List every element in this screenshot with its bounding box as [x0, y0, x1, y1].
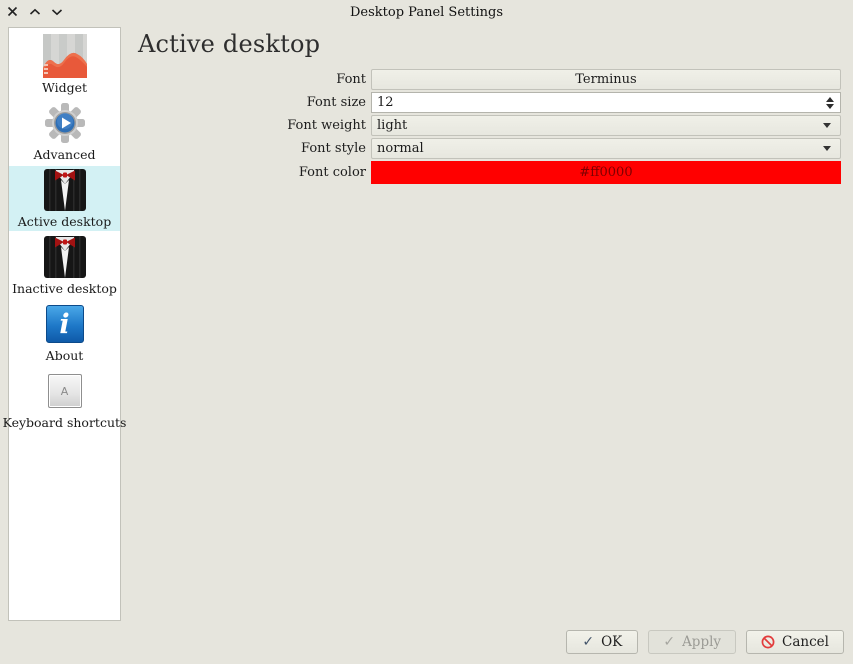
info-icon-glyph: i — [46, 305, 84, 343]
settings-form: Font Terminus Font size 12 Font weight l… — [138, 69, 844, 184]
check-icon: ✓ — [663, 635, 675, 649]
sidebar-item-advanced[interactable]: Advanced — [9, 99, 120, 164]
key-a-icon-glyph: A — [48, 374, 82, 408]
font-label: Font — [138, 72, 371, 87]
sidebar-item-keyboard-shortcuts[interactable]: A Keyboard shortcuts — [9, 367, 120, 432]
sidebar-item-label: About — [46, 348, 84, 363]
font-style-value: normal — [377, 141, 424, 156]
info-icon: i — [43, 302, 87, 346]
cancel-icon — [761, 635, 775, 649]
form-row-font-size: Font size 12 — [138, 92, 844, 113]
ok-button[interactable]: ✓ OK — [566, 630, 638, 654]
sidebar-item-about[interactable]: i About — [9, 300, 120, 365]
font-weight-label: Font weight — [138, 118, 371, 133]
apply-button-label: Apply — [682, 634, 721, 650]
font-picker-button[interactable]: Terminus — [371, 69, 841, 90]
font-weight-dropdown[interactable]: light — [371, 115, 841, 136]
key-a-icon: A — [43, 369, 87, 413]
font-color-button[interactable]: #ff0000 — [371, 161, 841, 184]
tuxedo-icon — [43, 235, 87, 279]
sidebar-item-label: Keyboard shortcuts — [3, 415, 127, 430]
tuxedo-icon — [43, 168, 87, 212]
titlebar: Desktop Panel Settings — [0, 0, 853, 24]
widget-chart-icon — [43, 34, 87, 78]
sidebar-item-label: Widget — [42, 80, 87, 95]
font-style-dropdown[interactable]: normal — [371, 138, 841, 159]
form-row-font-color: Font color #ff0000 — [138, 161, 844, 184]
chevron-down-icon — [823, 123, 831, 128]
apply-button[interactable]: ✓ Apply — [648, 630, 736, 654]
sidebar: Widget Advanced — [8, 27, 121, 621]
font-picker-value: Terminus — [575, 72, 636, 87]
font-size-spinbox[interactable]: 12 — [371, 92, 841, 113]
desktop-panel-settings-window: { "window": { "title": "Desktop Panel Se… — [0, 0, 853, 664]
sidebar-item-widget[interactable]: Widget — [9, 32, 120, 97]
chevron-down-icon — [823, 146, 831, 151]
dialog-buttons: ✓ OK ✓ Apply Cancel — [566, 630, 844, 654]
font-style-label: Font style — [138, 141, 371, 156]
check-icon: ✓ — [582, 635, 594, 649]
form-row-font-style: Font style normal — [138, 138, 844, 159]
sidebar-item-label: Active desktop — [18, 214, 111, 229]
sidebar-item-active-desktop[interactable]: Active desktop — [9, 166, 120, 231]
font-color-label: Font color — [138, 165, 371, 180]
gear-icon — [43, 101, 87, 145]
form-row-font: Font Terminus — [138, 69, 844, 90]
spinner-arrows[interactable] — [826, 93, 834, 112]
font-color-value: #ff0000 — [579, 165, 632, 180]
font-size-value: 12 — [377, 95, 394, 110]
sidebar-item-label: Advanced — [34, 147, 96, 162]
cancel-button[interactable]: Cancel — [746, 630, 844, 654]
sidebar-item-label: Inactive desktop — [12, 281, 117, 296]
spinner-up-icon[interactable] — [826, 97, 834, 102]
ok-button-label: OK — [601, 634, 622, 650]
main-content: Active desktop Font Terminus Font size 1… — [138, 30, 844, 186]
font-weight-value: light — [377, 118, 407, 133]
page-title: Active desktop — [138, 30, 844, 58]
form-row-font-weight: Font weight light — [138, 115, 844, 136]
spinner-down-icon[interactable] — [826, 104, 834, 109]
sidebar-item-inactive-desktop[interactable]: Inactive desktop — [9, 233, 120, 298]
cancel-button-label: Cancel — [782, 634, 829, 650]
font-size-label: Font size — [138, 95, 371, 110]
window-title: Desktop Panel Settings — [0, 5, 853, 20]
